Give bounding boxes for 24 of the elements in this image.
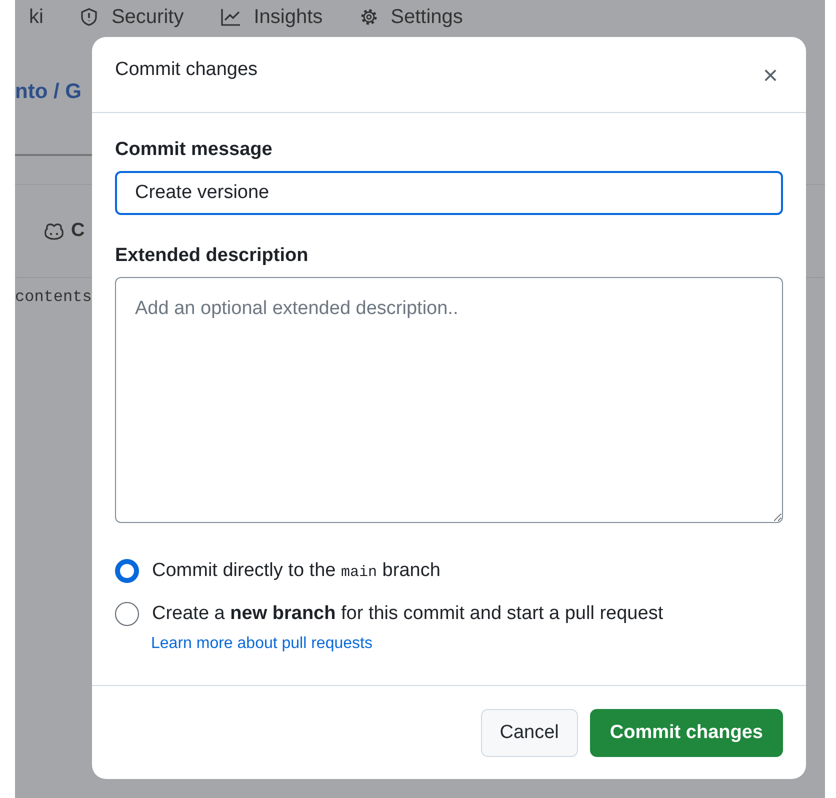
- commit-button[interactable]: Commit changes: [590, 708, 783, 756]
- nav-tab[interactable]: Insights: [254, 6, 323, 28]
- copilot-icon: [43, 221, 65, 241]
- code-text: contents: [15, 288, 92, 306]
- shield-icon: [79, 7, 100, 27]
- option-label: Create a new branch for this commit and start a pull request: [152, 602, 664, 624]
- option-label: Commit directly to the main branch: [152, 560, 440, 582]
- radio-button[interactable]: [115, 558, 139, 582]
- field-label: Commit message: [115, 139, 272, 161]
- nav-tab[interactable]: ki: [29, 6, 44, 28]
- nav-tab[interactable]: Security: [111, 6, 184, 28]
- field-label: Extended description: [115, 245, 308, 267]
- commit-message-field[interactable]: Create versione: [115, 171, 783, 215]
- breadcrumb-link[interactable]: nto / G: [15, 80, 82, 104]
- radio-button[interactable]: [115, 602, 139, 626]
- copilot-button[interactable]: C: [43, 220, 85, 242]
- close-button[interactable]: ×: [758, 60, 782, 91]
- cancel-button[interactable]: Cancel: [480, 708, 578, 756]
- nav-tab[interactable]: Settings: [390, 6, 463, 28]
- description-field[interactable]: Add an optional extended description..: [115, 277, 783, 523]
- dialog-title: Commit changes: [115, 58, 258, 80]
- help-link[interactable]: Learn more about pull requests: [151, 635, 372, 653]
- graph-icon: [220, 7, 242, 27]
- gear-icon: [358, 7, 379, 27]
